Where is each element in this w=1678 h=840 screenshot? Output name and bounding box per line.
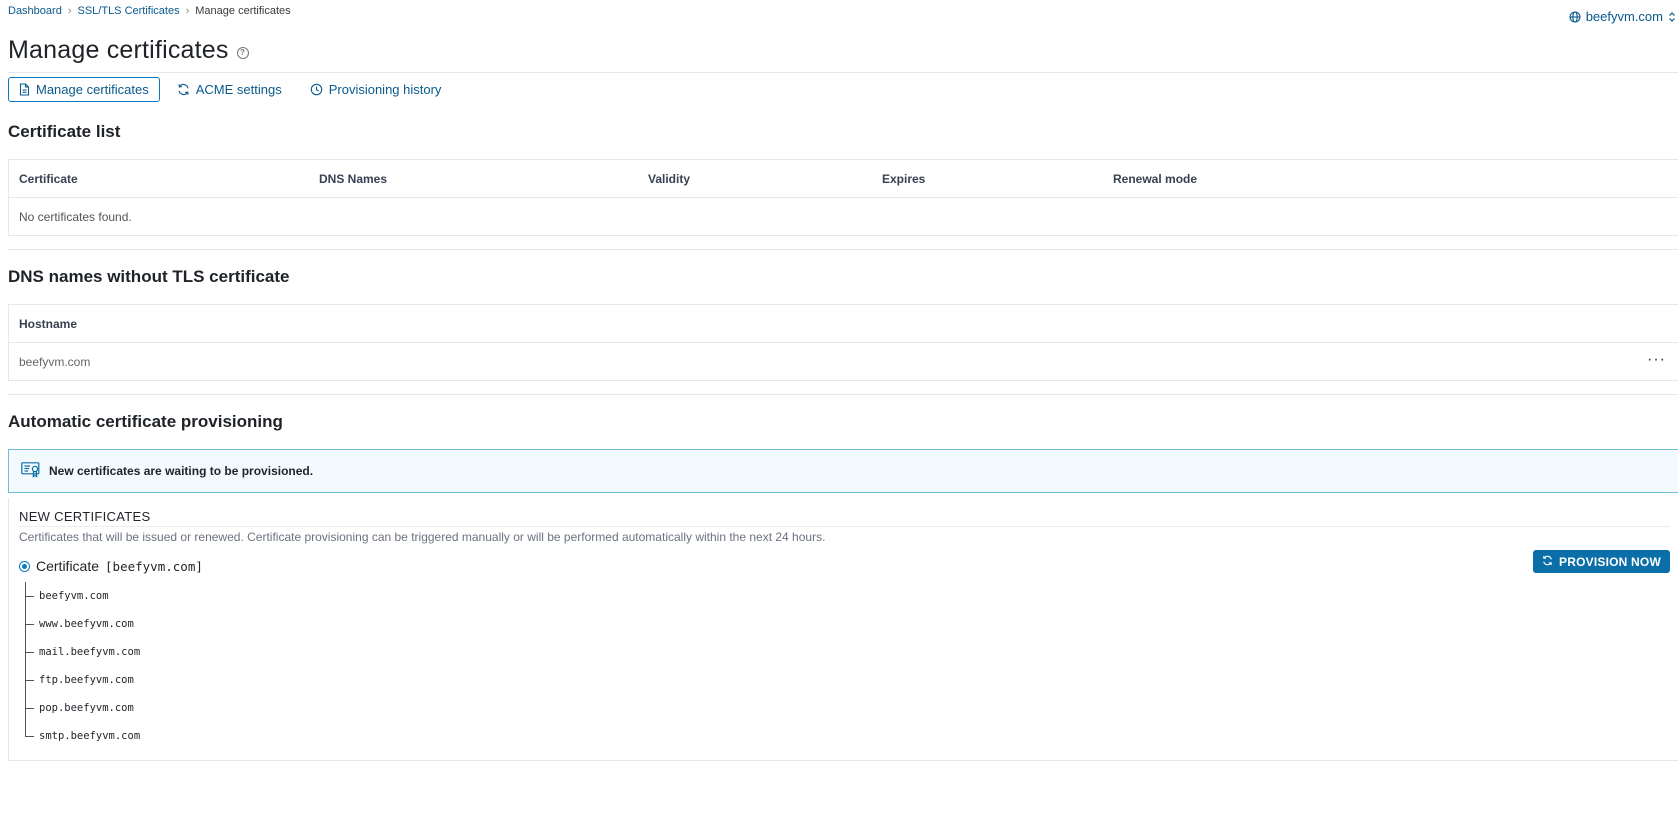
certificate-table-header: Certificate DNS Names Validity Expires R… (9, 160, 1678, 198)
certificate-table: Certificate DNS Names Validity Expires R… (8, 159, 1678, 236)
chevron-up-down-icon (1668, 11, 1676, 23)
list-item: smtp.beefyvm.com (25, 722, 140, 750)
clock-icon (310, 83, 323, 96)
list-item: ftp.beefyvm.com (25, 666, 140, 694)
tab-label: Manage certificates (36, 82, 149, 97)
new-certificates-panel: NEW CERTIFICATES Certificates that will … (8, 498, 1678, 761)
column-header-hostname[interactable]: Hostname (19, 317, 77, 331)
info-banner: New certificates are waiting to be provi… (8, 449, 1678, 493)
certificate-option[interactable]: Certificate [beefyvm.com] (19, 558, 203, 574)
dns-name: mail.beefyvm.com (39, 646, 141, 658)
section-divider (8, 394, 1678, 395)
hostname-cell: beefyvm.com (19, 354, 91, 369)
panel-divider (19, 526, 1670, 527)
globe-icon (1569, 10, 1581, 23)
table-row: beefyvm.com ··· (9, 343, 1678, 380)
certificate-radio[interactable] (19, 560, 30, 572)
column-header-validity[interactable]: Validity (648, 172, 690, 186)
dns-name: beefyvm.com (39, 590, 109, 602)
tab-manage-certificates[interactable]: Manage certificates (8, 77, 160, 102)
list-item: beefyvm.com (25, 582, 140, 610)
empty-state-text: No certificates found. (19, 209, 132, 224)
list-item: pop.beefyvm.com (25, 694, 140, 722)
tab-label: ACME settings (195, 82, 282, 97)
title-divider (8, 72, 1678, 73)
section-divider (8, 249, 1678, 250)
certificate-prefix: Certificate (36, 558, 100, 574)
tab-label: Provisioning history (328, 82, 442, 97)
breadcrumb-chevron-icon: › (67, 5, 72, 17)
refresh-icon (177, 83, 190, 96)
domain-switcher-label: beefyvm.com (1585, 9, 1663, 24)
dns-without-tls-title: DNS names without TLS certificate (8, 267, 290, 286)
provision-now-label: PROVISION NOW (1559, 554, 1661, 569)
page: Dashboard › SSL/TLS Certificates › Manag… (0, 0, 1678, 840)
certificate-icon (21, 461, 41, 481)
breadcrumb-current: Manage certificates (195, 5, 291, 17)
new-certificates-description: Certificates that will be issued or rene… (19, 530, 826, 544)
page-title: Manage certificates ? (8, 36, 249, 65)
hostname-table-header: Hostname (9, 305, 1678, 343)
column-header-expires[interactable]: Expires (882, 172, 925, 186)
dns-name: ftp.beefyvm.com (39, 674, 134, 686)
dns-name: smtp.beefyvm.com (39, 730, 141, 742)
new-certificates-title: NEW CERTIFICATES (19, 509, 151, 524)
breadcrumb-dashboard-link[interactable]: Dashboard (8, 5, 62, 17)
dns-name-tree: beefyvm.com www.beefyvm.com mail.beefyvm… (25, 582, 140, 750)
column-header-renewal-mode[interactable]: Renewal mode (1113, 172, 1197, 186)
dns-name: pop.beefyvm.com (39, 702, 134, 714)
page-title-text: Manage certificates (8, 36, 229, 64)
hostname-table: Hostname beefyvm.com ··· (8, 304, 1678, 381)
list-item: mail.beefyvm.com (25, 638, 140, 666)
certificate-name: [beefyvm.com] (105, 558, 203, 574)
provision-now-button[interactable]: PROVISION NOW (1533, 550, 1670, 573)
column-header-certificate[interactable]: Certificate (19, 172, 78, 186)
more-actions-icon[interactable]: ··· (1647, 352, 1666, 368)
radio-dot (22, 563, 27, 569)
domain-switcher[interactable]: beefyvm.com (1569, 9, 1678, 24)
refresh-icon (1542, 555, 1553, 569)
certificate-list-title: Certificate list (8, 122, 121, 141)
provisioning-title: Automatic certificate provisioning (8, 412, 283, 431)
banner-text: New certificates are waiting to be provi… (49, 464, 314, 478)
document-icon (19, 83, 30, 96)
column-header-dns-names[interactable]: DNS Names (319, 172, 387, 186)
tab-acme-settings[interactable]: ACME settings (166, 77, 293, 102)
empty-state-row: No certificates found. (9, 198, 1678, 235)
tab-provisioning-history[interactable]: Provisioning history (299, 77, 453, 102)
dns-name: www.beefyvm.com (39, 618, 134, 630)
breadcrumb: Dashboard › SSL/TLS Certificates › Manag… (8, 5, 291, 17)
help-icon[interactable]: ? (236, 46, 249, 59)
list-item: www.beefyvm.com (25, 610, 140, 638)
tab-bar: Manage certificates ACME settings Provis… (8, 77, 452, 102)
breadcrumb-chevron-icon: › (185, 5, 190, 17)
breadcrumb-ssl-tls-link[interactable]: SSL/TLS Certificates (78, 5, 180, 17)
